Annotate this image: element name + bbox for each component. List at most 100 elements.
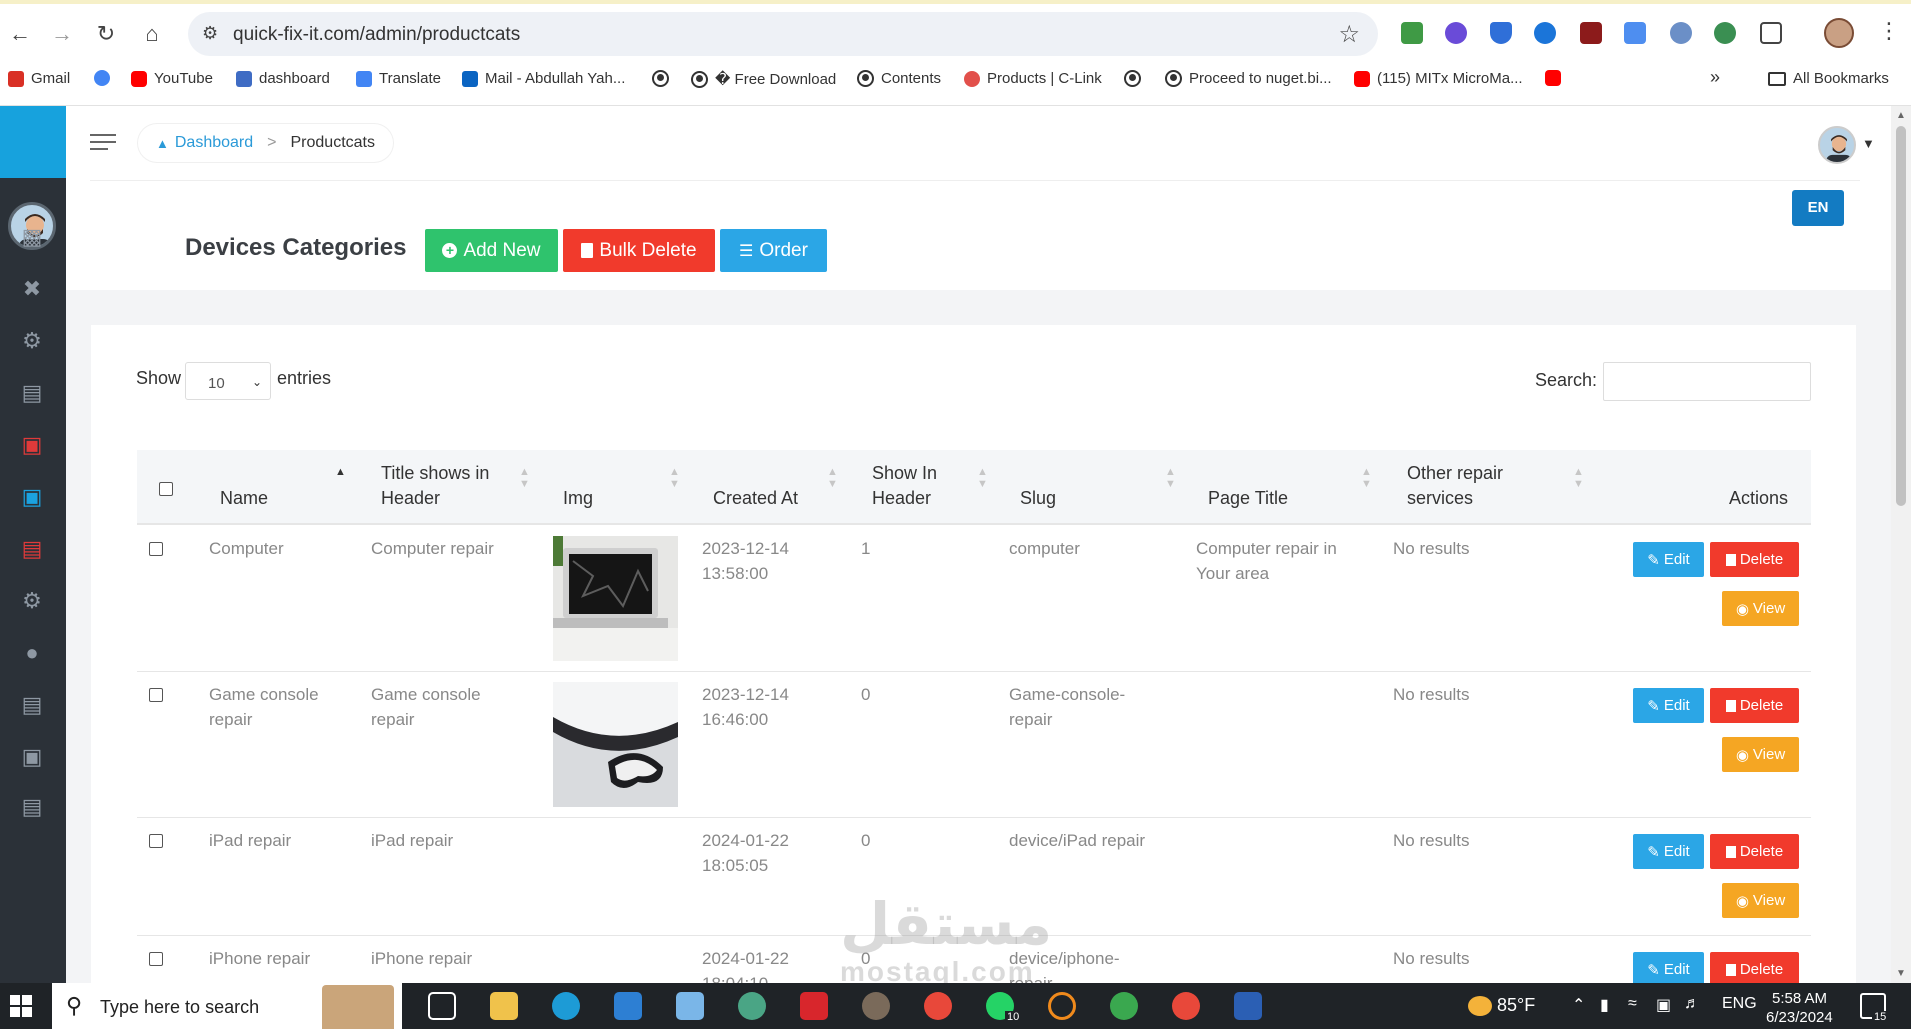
brand-logo[interactable] [0,106,66,178]
chrome-icon-2[interactable] [1172,992,1200,1020]
extension-icon-telegram[interactable] [1670,22,1692,44]
page-scrollbar[interactable]: ▲ ▼ [1891,106,1911,983]
acrobat-icon[interactable] [800,992,828,1020]
bookmark-youtube-2[interactable] [1545,70,1561,86]
bookmark-free-download[interactable]: � Free Download [691,70,836,88]
bookmark-gmail[interactable]: Gmail [8,70,70,87]
delete-button[interactable]: Delete [1710,952,1799,983]
row-checkbox[interactable] [149,542,163,556]
clock-date[interactable]: 6/23/2024 [1766,1009,1833,1026]
extension-icon-download[interactable] [1534,22,1556,44]
network-icon[interactable]: ▣ [1656,995,1671,1015]
reload-icon[interactable]: ↻ [92,20,120,48]
chatgpt-icon[interactable] [738,992,766,1020]
bookmark-mail[interactable]: Mail - Abdullah Yah... [462,70,625,87]
edit-button[interactable]: ✎ Edit [1633,688,1704,723]
word-icon[interactable] [1234,992,1262,1020]
chevron-up-icon[interactable]: ⌃ [1572,995,1585,1015]
bookmark-nuget[interactable]: Proceed to nuget.bi... [1165,70,1332,87]
bookmark-youtube[interactable]: YouTube [131,70,213,87]
all-bookmarks[interactable]: All Bookmarks [1768,70,1889,87]
extension-icon-ublock[interactable] [1580,22,1602,44]
delete-button[interactable]: Delete [1710,688,1799,723]
sort-asc-icon[interactable]: ▲ [335,466,346,478]
extension-icon-purple[interactable] [1445,22,1467,44]
scroll-up-icon[interactable]: ▲ [1896,110,1906,121]
clock-time[interactable]: 5:58 AM [1772,990,1827,1007]
extension-icon-translate[interactable] [1624,22,1646,44]
search-app-icon[interactable] [1048,992,1076,1020]
browser-menu-icon[interactable]: ⋮ [1878,18,1900,44]
forward-icon[interactable]: → [48,20,76,48]
edit-button[interactable]: ✎ Edit [1633,834,1704,869]
bookmark-mitx[interactable]: (115) MITx MicroMa... [1354,70,1523,87]
breadcrumb-dashboard-link[interactable]: Dashboard [175,134,253,152]
entries-select[interactable]: 10 ⌄ [185,362,271,400]
add-new-button[interactable]: + Add New [425,229,558,272]
chrome-icon[interactable] [924,992,952,1020]
bookmark-globe-2[interactable] [1124,70,1141,87]
bookmark-google[interactable] [94,70,110,86]
url-text[interactable]: quick-fix-it.com/admin/productcats [233,24,520,46]
tools-icon[interactable]: ✖ [16,276,48,302]
sort-icon[interactable]: ▲ ▼ [1165,466,1176,490]
column-page-title[interactable]: Page Title [1208,486,1288,511]
battery-icon[interactable]: ▮ [1600,995,1609,1015]
address-bar[interactable]: ⚙ quick-fix-it.com/admin/productcats ☆ [188,12,1378,56]
bulk-delete-button[interactable]: Bulk Delete [563,229,715,272]
weather[interactable]: 85°F [1468,995,1535,1017]
menu-toggle-icon[interactable] [90,134,116,152]
row-checkbox[interactable] [149,952,163,966]
site-info-icon[interactable]: ⚙ [202,23,218,44]
bookmark-dashboard[interactable]: dashboard [236,70,330,87]
wifi-icon[interactable]: ≈ [1628,995,1637,1013]
home-icon[interactable]: ⌂ [138,20,166,48]
settings-icon[interactable]: ⚙ [16,588,48,614]
user-avatar[interactable] [1818,126,1856,164]
view-button[interactable]: ◉ View [1722,591,1799,626]
gear-icon[interactable]: ⚙ [16,328,48,354]
bookmark-star-icon[interactable]: ☆ [1338,20,1360,49]
app-icon-3[interactable] [1110,992,1138,1020]
windows-start-icon[interactable] [10,995,32,1017]
bookmark-clink[interactable]: Products | C-Link [964,70,1102,87]
image-icon[interactable]: ▤ [16,794,48,820]
language-button[interactable]: EN [1792,190,1844,226]
bookmark-contents[interactable]: Contents [857,70,941,87]
order-button[interactable]: ☰ Order [720,229,827,272]
extension-icon-globe[interactable] [1714,22,1736,44]
chevron-down-icon[interactable]: ▼ [1862,136,1875,151]
laptop-icon[interactable]: ▣ [16,432,48,458]
view-button[interactable]: ◉ View [1722,883,1799,918]
document-icon[interactable]: ▤ [16,692,48,718]
column-created-at[interactable]: Created At [713,486,798,511]
scroll-down-icon[interactable]: ▼ [1896,968,1906,979]
sort-icon[interactable]: ▲ ▼ [827,466,838,490]
bookmark-translate[interactable]: Translate [356,70,441,87]
extension-icon-shield[interactable] [1490,22,1512,44]
taskbar-search[interactable]: ⚲ Type here to search [52,983,402,1029]
app-icon[interactable] [676,992,704,1020]
select-all-checkbox[interactable] [159,482,173,496]
bag-icon[interactable]: ▣ [16,484,48,510]
car-icon[interactable]: ▩ [16,224,48,250]
scroll-thumb[interactable] [1896,126,1906,506]
more-bookmarks-icon[interactable]: » [1710,67,1720,88]
edit-button[interactable]: ✎ Edit [1633,952,1704,983]
column-name[interactable]: Name [220,486,268,511]
vscode-icon[interactable] [614,992,642,1020]
sort-icon[interactable]: ▲ ▼ [1361,466,1372,490]
input-language[interactable]: ENG [1722,995,1757,1013]
column-img[interactable]: Img [563,486,593,511]
task-view-icon[interactable] [428,992,456,1020]
delete-button[interactable]: Delete [1710,834,1799,869]
delete-button[interactable]: Delete [1710,542,1799,577]
edge-icon[interactable] [552,992,580,1020]
list-icon[interactable]: ▤ [16,380,48,406]
tv-icon[interactable]: ▤ [16,536,48,562]
bookmark-globe-1[interactable] [652,70,669,87]
app-icon-2[interactable] [862,992,890,1020]
sort-icon[interactable]: ▲ ▼ [519,466,530,490]
user-icon[interactable]: ● [16,640,48,666]
sort-icon[interactable]: ▲ ▼ [1573,466,1584,490]
